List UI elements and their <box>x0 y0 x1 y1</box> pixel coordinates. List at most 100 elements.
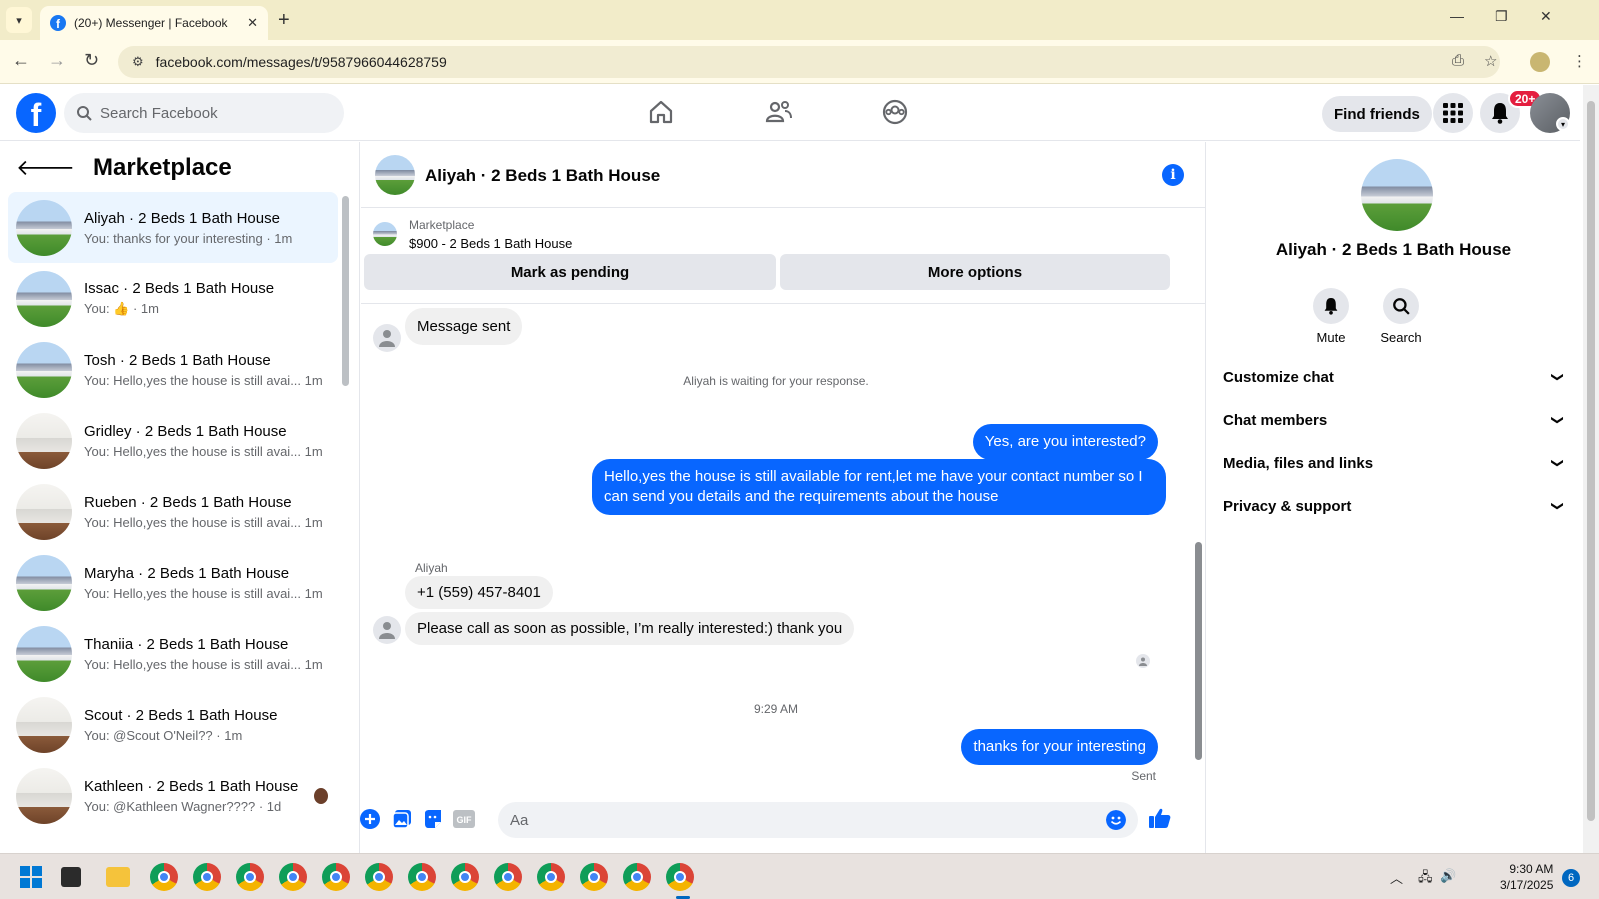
conversation-item[interactable]: Issac · 2 Beds 1 Bath House You: 👍 · 1m <box>8 263 338 334</box>
back-icon[interactable]: ← <box>12 50 30 71</box>
taskbar-clock[interactable]: 9:30 AM 3/17/2025 <box>1500 861 1553 893</box>
back-arrow-icon[interactable]: 🡐 <box>16 155 75 181</box>
groups-icon[interactable] <box>882 99 908 125</box>
incoming-message[interactable]: +1 (559) 457-8401 <box>405 576 553 609</box>
customize-chat-section[interactable]: Customize chat ❯ <box>1215 357 1571 397</box>
mute-bell-icon[interactable] <box>1313 288 1349 324</box>
chat-avatar[interactable] <box>375 155 415 195</box>
tab-close-icon[interactable]: ✕ <box>247 15 258 31</box>
conversation-thumbnail <box>16 554 72 611</box>
chrome-icon[interactable] <box>408 863 436 891</box>
home-icon[interactable] <box>648 99 674 125</box>
facebook-search-box[interactable] <box>64 93 344 133</box>
conversation-thumbnail <box>16 270 72 327</box>
reload-icon[interactable]: ↻ <box>84 50 99 71</box>
sticker-icon[interactable] <box>422 808 444 830</box>
chat-members-section[interactable]: Chat members ❯ <box>1215 400 1571 440</box>
mark-as-pending-button[interactable]: Mark as pending <box>364 254 776 290</box>
windows-start-icon[interactable] <box>20 866 42 888</box>
page-scrollbar-thumb[interactable] <box>1587 101 1595 821</box>
conversation-item[interactable]: Scout · 2 Beds 1 Bath House You: @Scout … <box>8 689 338 760</box>
menu-grid-button[interactable] <box>1433 93 1473 133</box>
bookmark-star-icon[interactable]: ☆ <box>1484 52 1497 70</box>
outgoing-message[interactable]: Hello,yes the house is still available f… <box>592 459 1166 515</box>
volume-icon[interactable]: 🔊 <box>1440 868 1456 884</box>
new-tab-button[interactable]: + <box>278 9 290 32</box>
find-friends-button[interactable]: Find friends <box>1322 96 1432 132</box>
search-in-chat-icon[interactable] <box>1383 288 1419 324</box>
chat-title[interactable]: Aliyah · 2 Beds 1 Bath House <box>425 166 660 186</box>
conversation-thumbnail <box>16 767 72 824</box>
close-window-button[interactable]: ✕ <box>1540 8 1552 25</box>
privacy-support-section[interactable]: Privacy & support ❯ <box>1215 486 1571 526</box>
chrome-icon[interactable] <box>236 863 264 891</box>
network-icon[interactable]: 🖧 <box>1418 868 1433 890</box>
message-timestamp: 9:29 AM <box>753 702 799 716</box>
browser-tab-strip: ▾ f (20+) Messenger | Facebook ✕ + — ❐ ✕ <box>0 0 1599 40</box>
add-plus-icon[interactable] <box>359 808 381 830</box>
mute-action[interactable]: Mute <box>1301 288 1361 345</box>
media-files-links-section[interactable]: Media, files and links ❯ <box>1215 443 1571 483</box>
conversation-item[interactable]: Tosh · 2 Beds 1 Bath House You: Hello,ye… <box>8 334 338 405</box>
message-input[interactable] <box>510 811 1090 829</box>
conversation-item[interactable]: Aliyah · 2 Beds 1 Bath House You: thanks… <box>8 192 338 263</box>
notification-center-badge[interactable]: 6 <box>1562 869 1580 887</box>
chrome-icon[interactable] <box>279 863 307 891</box>
tray-overflow-chevron-icon[interactable]: ︿ <box>1390 868 1403 887</box>
conversation-name: Tosh · 2 Beds 1 Bath House <box>84 351 271 369</box>
site-info-icon[interactable]: ⚙ <box>132 54 144 70</box>
conversation-item[interactable]: Gridley · 2 Beds 1 Bath House You: Hello… <box>8 405 338 476</box>
chrome-icon[interactable] <box>451 863 479 891</box>
emoji-icon[interactable] <box>1106 810 1126 830</box>
browser-tab[interactable]: f (20+) Messenger | Facebook ✕ <box>40 6 268 40</box>
more-options-button[interactable]: More options <box>780 254 1170 290</box>
friends-icon[interactable] <box>765 99 793 125</box>
tab-search-button[interactable]: ▾ <box>6 7 32 33</box>
message-input-box[interactable] <box>498 802 1138 838</box>
thumbs-up-icon[interactable] <box>1147 805 1173 831</box>
chrome-icon[interactable] <box>322 863 350 891</box>
chat-scrollbar[interactable] <box>1195 542 1202 760</box>
profile-avatar[interactable] <box>1361 159 1433 231</box>
chrome-icon[interactable] <box>580 863 608 891</box>
listing-thumbnail <box>373 222 397 246</box>
clock-date: 3/17/2025 <box>1500 878 1554 892</box>
chrome-icon[interactable] <box>537 863 565 891</box>
chrome-icon[interactable] <box>193 863 221 891</box>
install-app-icon[interactable]: ⎙ <box>1452 52 1464 69</box>
chrome-icon[interactable] <box>494 863 522 891</box>
address-bar: ← → ↻ ⚙ facebook.com/messages/t/95879660… <box>0 40 1599 84</box>
gif-icon[interactable]: GIF <box>453 808 475 830</box>
chrome-icon[interactable] <box>150 863 178 891</box>
sidebar-scrollbar[interactable] <box>342 196 349 386</box>
conversation-item[interactable]: Kathleen · 2 Beds 1 Bath House You: @Kat… <box>8 760 338 831</box>
omnibox[interactable]: ⚙ facebook.com/messages/t/95879660446287… <box>118 46 1500 78</box>
conversation-item[interactable]: Rueben · 2 Beds 1 Bath House You: Hello,… <box>8 476 338 547</box>
incoming-message[interactable]: Please call as soon as possible, I’m rea… <box>405 612 855 645</box>
browser-menu-icon[interactable]: ⋮ <box>1572 52 1587 70</box>
listing-summary[interactable]: $900 - 2 Beds 1 Bath House <box>409 236 572 251</box>
chrome-icon-active[interactable] <box>666 863 694 891</box>
account-chevron-down-icon[interactable]: ▾ <box>1556 117 1570 131</box>
search-action[interactable]: Search <box>1371 288 1431 345</box>
forward-icon[interactable]: → <box>48 50 66 71</box>
facebook-logo-icon[interactable]: f <box>16 93 56 133</box>
browser-profile-icon[interactable] <box>1530 52 1550 72</box>
conversation-item[interactable]: Thaniia · 2 Beds 1 Bath House You: Hello… <box>8 618 338 689</box>
conversation-name: Scout · 2 Beds 1 Bath House <box>84 706 278 724</box>
task-view-icon[interactable] <box>61 867 81 887</box>
chrome-icon[interactable] <box>365 863 393 891</box>
conversation-item[interactable]: Maryha · 2 Beds 1 Bath House You: Hello,… <box>8 547 338 618</box>
outgoing-message[interactable]: thanks for your interesting <box>961 729 1158 765</box>
restore-button[interactable]: ❐ <box>1495 8 1508 25</box>
info-icon[interactable]: i <box>1162 164 1184 186</box>
chrome-icon[interactable] <box>623 863 651 891</box>
seen-receipt-avatar-icon <box>1136 654 1150 668</box>
photo-icon[interactable] <box>391 808 413 830</box>
minimize-button[interactable]: — <box>1450 8 1464 24</box>
page-scrollbar[interactable] <box>1583 85 1599 853</box>
outgoing-message[interactable]: Yes, are you interested? <box>972 424 1158 460</box>
file-explorer-icon[interactable] <box>106 867 130 887</box>
facebook-search-input[interactable] <box>100 104 320 122</box>
chat-header: Aliyah · 2 Beds 1 Bath House i <box>361 142 1206 208</box>
